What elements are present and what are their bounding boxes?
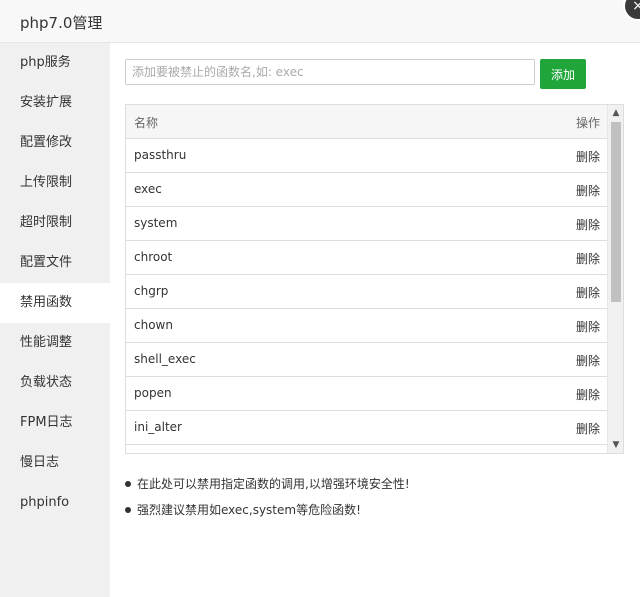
delete-link[interactable]: 删除 — [576, 216, 600, 233]
function-name-cell: shell_exec — [134, 352, 196, 366]
tip-item: 在此处可以禁用指定函数的调用,以增强环境安全性! — [125, 471, 625, 497]
sidebar-item[interactable]: 上传限制 — [0, 163, 110, 203]
function-name-cell: popen — [134, 386, 172, 400]
sidebar-item[interactable]: php服务 — [0, 43, 110, 83]
sidebar-item[interactable]: 禁用函数 — [0, 283, 110, 323]
sidebar-item[interactable]: FPM日志 — [0, 403, 110, 443]
delete-link[interactable]: 删除 — [576, 386, 600, 403]
main-content: 添加 名称 操作 passthru 删除 exec 删除 system 删除 chroot 删… — [110, 43, 640, 597]
title-bar: php7.0管理 — [0, 0, 640, 43]
delete-link[interactable]: 删除 — [576, 182, 600, 199]
delete-link[interactable]: 删除 — [576, 250, 600, 267]
sidebar-item[interactable]: 安装扩展 — [0, 83, 110, 123]
column-header-name: 名称 — [134, 116, 159, 130]
delete-link[interactable]: 删除 — [576, 148, 600, 165]
sidebar: php服务 安装扩展 配置修改 上传限制 超时限制 配置文件 禁用函数 性能调整 负载状态 FPM… — [0, 43, 110, 597]
sidebar-item[interactable]: 性能调整 — [0, 323, 110, 363]
add-button[interactable]: 添加 — [540, 59, 586, 89]
table-row: passthru 删除 — [126, 139, 608, 173]
tip-item: 强烈建议禁用如exec,system等危险函数! — [125, 497, 625, 523]
tips-list: 在此处可以禁用指定函数的调用,以增强环境安全性! 强烈建议禁用如exec,syst… — [125, 471, 625, 523]
table-row: shell_exec 删除 — [126, 343, 608, 377]
window-title: php7.0管理 — [20, 14, 103, 32]
function-name-input[interactable] — [125, 59, 535, 85]
table-row: ini_alter 删除 — [126, 411, 608, 445]
function-name-cell: chroot — [134, 250, 173, 264]
table-row: chgrp 删除 — [126, 275, 608, 309]
sidebar-item[interactable]: phpinfo — [0, 483, 110, 523]
column-header-action: 操作 — [575, 116, 600, 130]
disabled-functions-table: 名称 操作 passthru 删除 exec 删除 system 删除 chroot 删除 ch… — [125, 104, 624, 454]
function-name-cell: passthru — [134, 148, 187, 162]
table-scrollbar[interactable]: ▲ ▼ — [607, 105, 623, 453]
table-body: passthru 删除 exec 删除 system 删除 chroot 删除 chgrp 删除 c… — [126, 139, 608, 445]
delete-link[interactable]: 删除 — [576, 284, 600, 301]
table-header: 名称 操作 — [126, 105, 608, 139]
table-row: chroot 删除 — [126, 241, 608, 275]
delete-link[interactable]: 删除 — [576, 318, 600, 335]
function-name-cell: ini_alter — [134, 420, 182, 434]
function-name-cell: system — [134, 216, 178, 230]
sidebar-item[interactable]: 慢日志 — [0, 443, 110, 483]
function-name-cell: chgrp — [134, 284, 169, 298]
function-name-cell: exec — [134, 182, 162, 196]
delete-link[interactable]: 删除 — [576, 420, 600, 437]
function-name-cell: chown — [134, 318, 173, 332]
table-row: system 删除 — [126, 207, 608, 241]
table-row: popen 删除 — [126, 377, 608, 411]
scroll-up-icon[interactable]: ▲ — [608, 105, 623, 121]
sidebar-item[interactable]: 配置文件 — [0, 243, 110, 283]
table-row: chown 删除 — [126, 309, 608, 343]
scroll-thumb[interactable] — [611, 122, 621, 302]
delete-link[interactable]: 删除 — [576, 352, 600, 369]
scroll-down-icon[interactable]: ▼ — [608, 437, 623, 453]
sidebar-item[interactable]: 配置修改 — [0, 123, 110, 163]
sidebar-item[interactable]: 负载状态 — [0, 363, 110, 403]
sidebar-item[interactable]: 超时限制 — [0, 203, 110, 243]
close-icon: × — [632, 0, 640, 14]
table-row: exec 删除 — [126, 173, 608, 207]
